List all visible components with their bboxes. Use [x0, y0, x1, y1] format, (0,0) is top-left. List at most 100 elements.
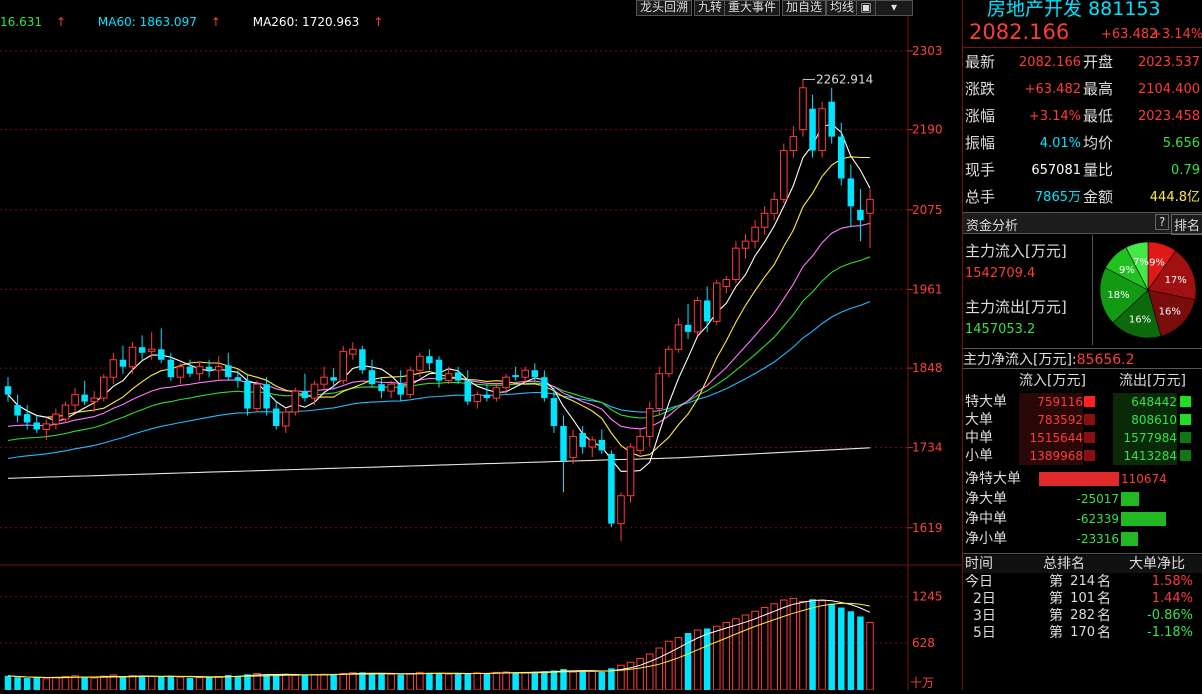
volume-bar: [838, 607, 845, 690]
price-tick-label: 1961: [912, 282, 943, 296]
candle-body: [598, 439, 606, 451]
volume-bar: [387, 673, 395, 691]
volume-bar: [521, 671, 529, 691]
candle-body: [684, 324, 692, 332]
net-inflow-label: 主力净流入[万元]:: [963, 352, 1077, 368]
flow-table-header: 流入[万元] 流出[万元]: [963, 372, 1202, 390]
rank-number: 170: [1070, 625, 1095, 640]
candle-body: [167, 359, 175, 378]
price-tick-label: 2075: [912, 203, 943, 217]
ma260-value: MA260: 1720.963 ↑: [252, 15, 384, 29]
flow-row: 中单 1515644 1577984: [963, 429, 1202, 447]
quote-label: 量比: [1083, 161, 1114, 179]
volume-tick-label: 628: [912, 636, 935, 650]
restore-icon[interactable]: ▣: [856, 0, 876, 16]
candle-body: [550, 398, 558, 426]
nine-turn-button[interactable]: 九转: [694, 0, 727, 16]
candle-body: [760, 212, 769, 228]
pie-slice-label: 18%: [1107, 290, 1129, 301]
quote-label: 最高: [1083, 80, 1114, 98]
volume-bar: [712, 625, 721, 691]
flow-in-marker: [1084, 414, 1095, 425]
flow-in-value: 1389968: [1019, 447, 1083, 465]
volume-bar: [722, 622, 731, 691]
pie-slice-label: 9%: [1149, 258, 1165, 269]
candle-body: [789, 136, 798, 152]
candle-body: [263, 384, 270, 409]
candle-body: [205, 366, 213, 371]
quote-label: 振幅: [965, 134, 996, 152]
rank-ratio: -0.86%: [1147, 608, 1193, 623]
net-inflow-value: 85656.2: [1076, 352, 1135, 368]
ma-settings-button[interactable]: 均线: [826, 0, 859, 16]
candle-body: [483, 394, 491, 399]
candle-body: [33, 422, 40, 430]
candle-body: [521, 369, 529, 378]
dropdown-icon[interactable]: ▾: [875, 0, 913, 16]
volume-bar: [703, 628, 711, 690]
volume-bar: [339, 673, 347, 691]
candle-body: [741, 240, 750, 249]
flow-row-name: 中单: [965, 430, 993, 446]
kline-chart-area[interactable]: 2303 2190 2075 1961 1848 1734 1619 2262.914 1245…: [0, 0, 962, 691]
net-flow-value: -23316: [1076, 532, 1119, 546]
volume-bar: [636, 658, 644, 691]
volume-bar: [598, 672, 606, 690]
volume-bar: [310, 674, 319, 691]
rank-button[interactable]: 排名: [1171, 214, 1202, 235]
leader-backtrack-button[interactable]: 龙头回溯: [636, 0, 693, 16]
help-icon[interactable]: ?: [1155, 214, 1170, 230]
quote-row: 现手 657081 量比 0.79: [963, 157, 1202, 184]
quote-value: 444.8亿: [1149, 190, 1200, 205]
flow-out-value: 1577984: [1113, 429, 1177, 447]
rank-row: 5日 第 170 名 -1.18%: [963, 624, 1202, 642]
volume-bar: [23, 678, 31, 690]
candle-body: [866, 198, 874, 214]
volume-bar: [272, 674, 280, 690]
volume-bar: [809, 599, 816, 690]
volume-bar: [81, 677, 88, 690]
quote-label: 最新: [965, 53, 996, 71]
quote-value: 2104.400: [1137, 82, 1200, 97]
candle-body: [368, 370, 376, 385]
candle-body: [569, 435, 577, 458]
net-flow-row: 净特大单 110674: [963, 470, 1202, 488]
flow-row-name: 小单: [965, 448, 993, 464]
volume-bar: [167, 675, 175, 690]
candle-body: [732, 247, 740, 281]
volume-bar: [799, 601, 807, 691]
rank-day: 3日: [973, 608, 996, 624]
flow-in-marker: [1084, 432, 1095, 443]
rank-ratio: 1.58%: [1151, 574, 1193, 589]
net-flow-name: 净小单: [965, 531, 1007, 547]
volume-bar: [320, 673, 328, 691]
volume-ma-line: [7, 599, 871, 679]
volume-bar: [186, 678, 194, 690]
candle-body: [416, 355, 424, 371]
candle-body: [665, 348, 673, 375]
quote-row: 振幅 4.01% 均价 5.656: [963, 130, 1202, 157]
rank-number: 282: [1070, 608, 1095, 623]
add-watchlist-button[interactable]: 加自选: [782, 0, 827, 16]
candle-body: [454, 372, 462, 381]
quote-label: 均价: [1083, 134, 1114, 152]
volume-bar: [291, 674, 300, 691]
candle-body: [847, 178, 855, 207]
volume-bar: [263, 674, 270, 690]
volume-bar: [579, 670, 586, 690]
major-events-button[interactable]: 重大事件: [724, 0, 781, 16]
candle-body: [138, 347, 146, 353]
volume-bar: [128, 675, 137, 691]
volume-bar: [483, 673, 491, 690]
kline-svg[interactable]: 2303 2190 2075 1961 1848 1734 1619 2262.914 1245…: [0, 0, 962, 691]
volume-bar: [866, 622, 874, 691]
volume-bar: [512, 672, 519, 690]
candle-body: [253, 383, 261, 410]
quote-value: +63.482: [1024, 82, 1081, 97]
volume-bar: [368, 673, 376, 690]
volume-bar: [33, 677, 40, 690]
pie-slice-label: 7%: [1133, 257, 1149, 268]
rank-prefix: 第: [1049, 574, 1063, 590]
rank-prefix: 第: [1049, 608, 1063, 624]
volume-bar: [61, 676, 70, 691]
